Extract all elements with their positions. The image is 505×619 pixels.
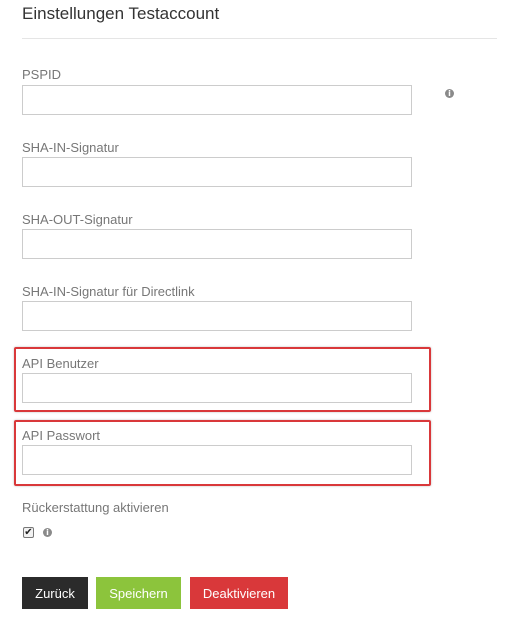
title-divider xyxy=(22,38,497,39)
sha-in-directlink-input[interactable] xyxy=(22,301,412,331)
sha-in-label: SHA-IN-Signatur xyxy=(22,140,119,155)
api-user-label: API Benutzer xyxy=(22,356,99,371)
page-title: Einstellungen Testaccount xyxy=(22,4,220,23)
sha-out-input[interactable] xyxy=(22,229,412,259)
sha-in-directlink-label: SHA-IN-Signatur für Directlink xyxy=(22,284,195,299)
pspid-label: PSPID xyxy=(22,67,62,82)
api-password-label: API Passwort xyxy=(22,428,101,443)
info-icon[interactable]: i xyxy=(43,528,52,537)
pspid-input[interactable] xyxy=(22,85,412,115)
back-button[interactable]: Zurück xyxy=(22,577,88,609)
deactivate-button[interactable]: Deaktivieren xyxy=(190,577,288,609)
save-button[interactable]: Speichern xyxy=(96,577,181,609)
api-user-input[interactable] xyxy=(22,373,412,403)
sha-out-label: SHA-OUT-Signatur xyxy=(22,212,133,227)
info-icon[interactable]: i xyxy=(445,89,454,98)
api-password-input[interactable] xyxy=(22,445,412,475)
sha-in-input[interactable] xyxy=(22,157,412,187)
refund-checkbox[interactable]: ✔ xyxy=(23,527,34,538)
refund-label: Rückerstattung aktivieren xyxy=(22,500,169,515)
